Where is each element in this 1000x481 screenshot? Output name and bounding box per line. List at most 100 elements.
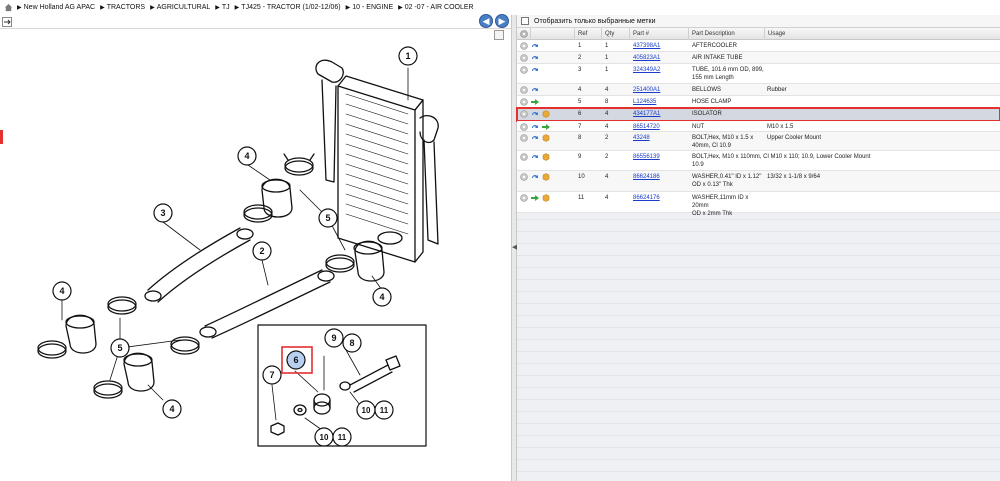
- breadcrumb-item-5[interactable]: ▶ TJ425 - TRACTOR (1/02-12/06): [235, 4, 341, 11]
- breadcrumb-item-4[interactable]: ▶ TJ: [215, 4, 229, 11]
- table-row[interactable]: 3 1 324349A2 TUBE, 101.6 mm OD, 899, 155 mm …: [517, 64, 1000, 84]
- table-row[interactable]: 6 4 434177A1 ISOLATOR: [516, 107, 1000, 122]
- callout-3[interactable]: 3: [153, 203, 173, 223]
- callout-11-right[interactable]: 11: [374, 400, 394, 420]
- info-icon[interactable]: [531, 42, 539, 50]
- tube-3-drawing[interactable]: [144, 227, 254, 303]
- info-icon[interactable]: [531, 86, 539, 94]
- select-row-icon[interactable]: [520, 98, 528, 106]
- callout-2[interactable]: 2: [252, 241, 272, 261]
- info-icon[interactable]: [531, 123, 539, 131]
- part-number-link[interactable]: 86556139: [633, 153, 660, 161]
- callout-6-highlighted[interactable]: 6: [281, 346, 313, 374]
- callout-5-right[interactable]: 5: [318, 208, 338, 228]
- part-number-link[interactable]: 251400A1: [633, 86, 660, 94]
- hose-clamp-top[interactable]: [283, 153, 315, 176]
- info-icon[interactable]: [531, 173, 539, 181]
- part-number-link[interactable]: 86624186: [633, 173, 660, 181]
- callout-4-right[interactable]: 4: [372, 287, 392, 307]
- breadcrumb-item-1[interactable]: ▶ New Holland AG APAC: [17, 4, 95, 11]
- callout-8[interactable]: 8: [342, 333, 362, 353]
- breadcrumb-item-7[interactable]: ▶ 02 -07 - AIR COOLER: [398, 4, 473, 11]
- replacement-arrow-icon[interactable]: [542, 123, 550, 131]
- washer-drawing[interactable]: [293, 381, 351, 416]
- select-row-icon[interactable]: [520, 54, 528, 62]
- package-icon[interactable]: [542, 134, 550, 142]
- callout-9[interactable]: 9: [324, 328, 344, 348]
- bellows-left-upper[interactable]: [65, 314, 97, 354]
- table-row[interactable]: 11 4 86624176 WASHER,11mm ID x 20mm OD x 2mm…: [517, 192, 1000, 217]
- callout-4-left[interactable]: 4: [52, 281, 72, 301]
- callout-4-top[interactable]: 4: [237, 146, 257, 166]
- bellows-left-lower[interactable]: [123, 352, 155, 392]
- callout-7[interactable]: 7: [262, 365, 282, 385]
- replacement-arrow-icon[interactable]: [531, 194, 539, 202]
- bolt-drawing[interactable]: [349, 355, 401, 393]
- info-icon[interactable]: [531, 153, 539, 161]
- select-row-icon[interactable]: [520, 123, 528, 131]
- table-row[interactable]: 8 2 43248 BOLT,Hex, M10 x 1.5 x 40mm, Cl 10.…: [517, 132, 1000, 151]
- show-selected-only-checkbox[interactable]: [521, 17, 529, 25]
- isolator-drawing[interactable]: [313, 393, 331, 415]
- info-icon[interactable]: [531, 110, 539, 118]
- callout-5-left[interactable]: 5: [110, 338, 130, 358]
- header-description[interactable]: Part Description: [689, 28, 765, 40]
- next-button[interactable]: ▶: [495, 14, 509, 28]
- table-row[interactable]: 2 1 405823A1 AIR INTAKE TUBE: [517, 52, 1000, 64]
- previous-button[interactable]: ◀: [479, 14, 493, 28]
- description-line-2: OD x 0.13" Thk: [692, 182, 733, 188]
- select-row-icon[interactable]: [520, 110, 528, 118]
- table-row[interactable]: 10 4 86624186 WASHER,0.41" ID x 1.12" OD x 0…: [517, 171, 1000, 192]
- aftercooler-drawing[interactable]: [315, 59, 439, 263]
- expand-icon[interactable]: [2, 17, 12, 27]
- part-number-link[interactable]: 86624176: [633, 194, 660, 202]
- package-icon[interactable]: [542, 153, 550, 161]
- table-row[interactable]: 1 1 437398A1 AFTERCOOLER: [517, 40, 1000, 52]
- package-icon[interactable]: [542, 194, 550, 202]
- settings-icon[interactable]: [520, 30, 528, 38]
- header-usage[interactable]: Usage: [765, 28, 1000, 40]
- part-number-link[interactable]: 405823A1: [633, 54, 660, 62]
- table-row[interactable]: 7 4 86514720 NUT M10 x 1.5: [517, 121, 1000, 132]
- header-ref[interactable]: Ref: [575, 28, 602, 40]
- usage-cell: 13/32 x 1-1/8 x 9/64: [767, 174, 821, 180]
- part-number-link[interactable]: 324349A2: [633, 66, 660, 74]
- package-icon[interactable]: [542, 173, 550, 181]
- select-row-icon[interactable]: [520, 173, 528, 181]
- callout-10-right[interactable]: 10: [356, 400, 376, 420]
- info-icon[interactable]: [531, 66, 539, 74]
- header-qty[interactable]: Qty: [602, 28, 630, 40]
- table-row[interactable]: 5 8 L124635 HOSE CLAMP: [517, 96, 1000, 108]
- hose-clamp-left-lower[interactable]: [93, 336, 200, 399]
- callout-1[interactable]: 1: [398, 46, 418, 66]
- table-row[interactable]: 4 4 251400A1 BELLOWS Rubber: [517, 84, 1000, 96]
- select-row-icon[interactable]: [520, 194, 528, 202]
- header-part-number[interactable]: Part #: [630, 28, 689, 40]
- breadcrumb-item-3[interactable]: ▶ AGRICULTURAL: [150, 4, 210, 11]
- collapse-arrow-icon[interactable]: ◀: [512, 243, 517, 257]
- bellows-top[interactable]: [261, 178, 293, 218]
- select-row-icon[interactable]: [520, 134, 528, 142]
- replacement-arrow-icon[interactable]: [531, 98, 539, 106]
- callout-4-bottom[interactable]: 4: [162, 399, 182, 419]
- part-number-link[interactable]: L124635: [633, 98, 656, 106]
- part-number-link[interactable]: 437398A1: [633, 42, 660, 50]
- breadcrumb-item-6[interactable]: ▶ 10 - ENGINE: [346, 4, 393, 11]
- select-row-icon[interactable]: [520, 86, 528, 94]
- callout-11-bottom[interactable]: 11: [332, 427, 352, 447]
- select-row-icon[interactable]: [520, 153, 528, 161]
- table-row[interactable]: 9 2 86556139 BOLT,Hex, M10 x 110mm, Cl M10 …: [517, 151, 1000, 171]
- part-number-link[interactable]: 434177A1: [633, 110, 660, 118]
- part-number-link[interactable]: 86514720: [633, 123, 660, 131]
- info-icon[interactable]: [531, 54, 539, 62]
- callout-10-bottom[interactable]: 10: [314, 427, 334, 447]
- package-icon[interactable]: [542, 110, 550, 118]
- nut-drawing[interactable]: [270, 422, 285, 436]
- breadcrumb-item-2[interactable]: ▶ TRACTORS: [100, 4, 145, 11]
- part-number-link[interactable]: 43248: [633, 134, 650, 142]
- info-icon[interactable]: [531, 134, 539, 142]
- hose-clamp-upper[interactable]: [243, 204, 273, 223]
- select-row-icon[interactable]: [520, 42, 528, 50]
- select-row-icon[interactable]: [520, 66, 528, 74]
- home-icon[interactable]: [4, 3, 13, 12]
